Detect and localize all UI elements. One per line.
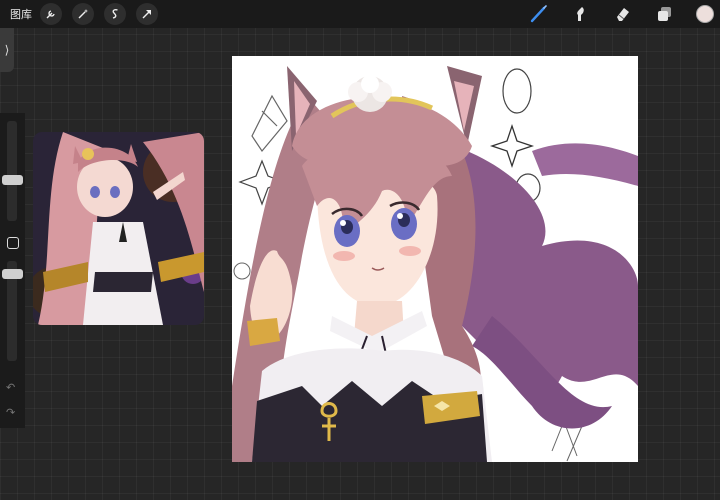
- transform-arrow-icon[interactable]: [136, 3, 158, 25]
- left-sidebar: ↶ ↷: [0, 113, 25, 428]
- undo-button[interactable]: ↶: [6, 381, 15, 394]
- wrench-icon[interactable]: [40, 3, 62, 25]
- canvas-artwork: [232, 56, 638, 462]
- layers-icon[interactable]: [654, 3, 676, 25]
- brush-size-handle[interactable]: [2, 175, 23, 185]
- selection-icon[interactable]: [104, 3, 126, 25]
- sidebar-toggle[interactable]: ⟩: [0, 28, 14, 72]
- brush-icon[interactable]: [528, 3, 550, 25]
- drawing-canvas[interactable]: [232, 56, 638, 462]
- magic-wand-icon[interactable]: [72, 3, 94, 25]
- eraser-icon[interactable]: [612, 3, 634, 25]
- redo-button[interactable]: ↷: [6, 406, 15, 419]
- right-tools: [528, 0, 720, 28]
- top-toolbar: 图库: [0, 0, 720, 28]
- reference-image[interactable]: [33, 132, 204, 325]
- color-picker-swatch[interactable]: [696, 5, 714, 23]
- reference-artwork: [33, 132, 204, 325]
- gallery-button[interactable]: 图库: [10, 6, 32, 22]
- brush-size-slider[interactable]: [7, 121, 17, 221]
- modify-button[interactable]: [7, 237, 19, 249]
- opacity-handle[interactable]: [2, 269, 23, 279]
- smudge-icon[interactable]: [570, 3, 592, 25]
